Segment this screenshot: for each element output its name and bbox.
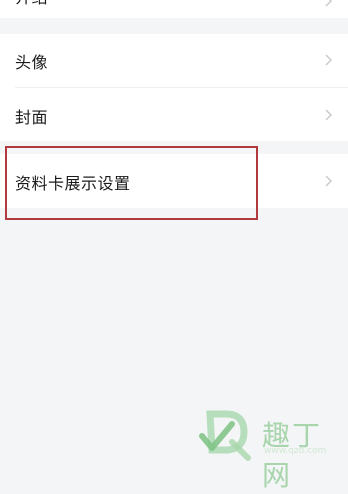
watermark-logo-icon (199, 410, 251, 461)
menu-row-cover[interactable]: 封面 (0, 88, 348, 141)
menu-row-avatar[interactable]: 头像 (0, 34, 348, 87)
menu-row-cover-label: 封面 (15, 108, 49, 127)
watermark: 趣丁网 www.qzd.com (198, 406, 348, 492)
chevron-right-icon (325, 175, 332, 187)
chevron-right-icon (325, 109, 332, 121)
menu-row-intro[interactable]: 介绍 (0, 0, 348, 18)
highlight-box (5, 146, 258, 220)
menu-row-intro-label: 介绍 (15, 0, 48, 8)
chevron-right-icon (325, 0, 333, 7)
chevron-right-icon (325, 54, 332, 66)
watermark-url: www.qzd.com (264, 446, 327, 456)
menu-row-avatar-label: 头像 (15, 53, 49, 72)
